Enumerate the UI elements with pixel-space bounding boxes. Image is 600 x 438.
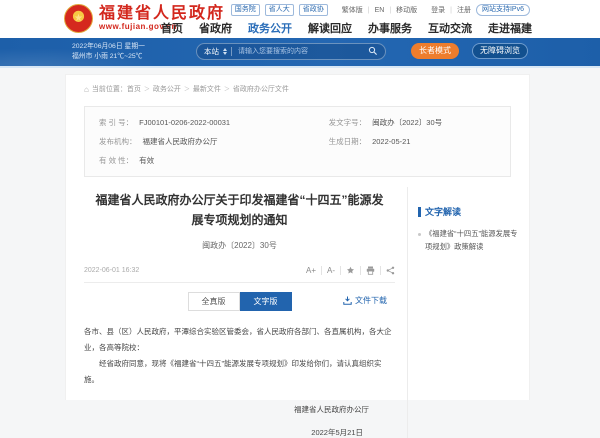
signature-date: 2022年5月21日 [84,427,395,438]
share-icon[interactable] [381,266,395,275]
breadcrumb-office-docs[interactable]: 省政府办公厅文件 [221,84,289,94]
date-weather: 2022年06月06日 星期一 福州市 小雨 21℃~25℃ [72,42,145,64]
breadcrumb-disclosure[interactable]: 政务公开 [141,84,181,94]
breadcrumb: ⌂ 当前位置： 首页 政务公开 最新文件 省政府办公厅文件 [66,75,529,98]
national-emblem-icon: ★ [64,4,93,33]
accessibility-button[interactable]: 无障碍浏览 [472,43,528,59]
chevron-updown-icon [223,48,227,55]
bullet-dot-icon [418,233,421,236]
link-traditional-chinese[interactable]: 繁体版 [342,5,363,15]
article-main: 福建省人民政府办公厅关于印发福建省“十四五”能源发展专项规划的通知 闽政办〔20… [66,187,407,438]
header-divider [0,66,600,68]
interpretation-link[interactable]: 《福建省“十四五”能源发展专项规划》政策解读 [418,228,521,254]
download-icon [343,296,352,305]
font-smaller-button[interactable]: A- [322,266,341,275]
nav-interaction[interactable]: 互动交流 [428,20,472,36]
blue-bar-mark [418,207,421,217]
search-icon[interactable] [368,43,378,61]
nav-interpretation[interactable]: 解读回应 [308,20,352,36]
top-blue-bar: 2022年06月06日 星期一 福州市 小雨 21℃~25℃ 本站 长者模式 无… [0,38,600,66]
font-larger-button[interactable]: A+ [301,266,322,275]
version-tabs: 全真版 文字版 文件下载 [84,292,395,311]
interpretation-sidebar: 文字解读 《福建省“十四五”能源发展专项规划》政策解读 [407,187,529,438]
publish-time: 2022-06-01 16:32 [84,267,139,274]
file-download-link[interactable]: 文件下载 [343,295,387,306]
header-utility-links: 国务院 省人大 省政协 繁体版 | EN | 移动版 登录 | 注册 网站支持I… [231,4,530,16]
meta-validity: 有 效 性：有效 [99,155,317,166]
link-login[interactable]: 登录 [431,5,445,15]
favorite-icon[interactable] [341,266,361,275]
breadcrumb-prefix: 当前位置： [92,84,127,94]
breadcrumb-home[interactable]: 首页 [127,84,141,94]
link-state-council[interactable]: 国务院 [231,4,260,16]
current-date: 2022年06月06日 星期一 [72,42,145,53]
doc-number: 闽政办〔2022〕30号 [84,240,395,251]
page-title: 福建省人民政府办公厅关于印发福建省“十四五”能源发展专项规划的通知 [90,191,389,231]
link-english[interactable]: EN [375,7,385,14]
sidebar-header: 文字解读 [418,205,521,218]
nav-gov-affairs-disclosure[interactable]: 政务公开 [248,20,292,36]
document-meta-table: 索 引 号：FJ00101-0206-2022-00031 发文字号：闽政办〔2… [84,106,511,177]
nav-provincial-gov[interactable]: 省政府 [199,20,232,36]
tab-text-version[interactable]: 文字版 [240,292,292,311]
meta-issue-date: 生成日期：2022-05-21 [329,136,496,147]
link-provincial-cppcc[interactable]: 省政协 [299,4,328,16]
link-provincial-congress[interactable]: 省人大 [265,4,294,16]
link-register[interactable]: 注册 [457,5,471,15]
meta-doc-number: 发文字号：闽政办〔2022〕30号 [329,117,496,128]
site-header: ★ 福建省人民政府 www.fujian.gov.cn 国务院 省人大 省政协 … [0,0,600,38]
search-scope-select[interactable]: 本站 [204,46,219,57]
paragraph: 各市、县（区）人民政府，平潭综合实验区管委会，省人民政府各部门、各直属机构，各大… [84,324,395,356]
nav-services[interactable]: 办事服务 [368,20,412,36]
breadcrumb-latest-docs[interactable]: 最新文件 [181,84,221,94]
content-card: ⌂ 当前位置： 首页 政务公开 最新文件 省政府办公厅文件 索 引 号：FJ00… [65,74,530,400]
print-icon[interactable] [361,266,381,275]
paragraph: 经省政府同意，现将《福建省“十四五”能源发展专项规划》印发给你们，请认真组织实施… [84,356,395,388]
nav-home[interactable]: 首页 [161,20,183,36]
weather-info: 福州市 小雨 21℃~25℃ [72,52,145,63]
ipv6-badge: 网站支持IPv6 [476,4,530,16]
nav-about-fujian[interactable]: 走进福建 [488,20,532,36]
signature-agency: 福建省人民政府办公厅 [84,404,395,415]
search-input[interactable] [236,47,364,56]
link-mobile[interactable]: 移动版 [396,5,417,15]
article-body: 各市、县（区）人民政府，平潭综合实验区管委会，省人民政府各部门、各直属机构，各大… [84,324,395,389]
meta-index-number: 索 引 号：FJ00101-0206-2022-00031 [99,117,317,128]
home-icon: ⌂ [84,85,89,94]
main-nav: 首页 省政府 政务公开 解读回应 办事服务 互动交流 走进福建 [161,20,532,36]
meta-issuing-agency: 发布机构：福建省人民政府办公厅 [99,136,317,147]
elder-mode-button[interactable]: 长者模式 [411,43,459,59]
sidebar-title: 文字解读 [425,205,461,218]
article-toolbar: 2022-06-01 16:32 A+ A- [84,266,395,283]
tab-full-version[interactable]: 全真版 [188,292,240,311]
search-box[interactable]: 本站 [196,43,386,60]
